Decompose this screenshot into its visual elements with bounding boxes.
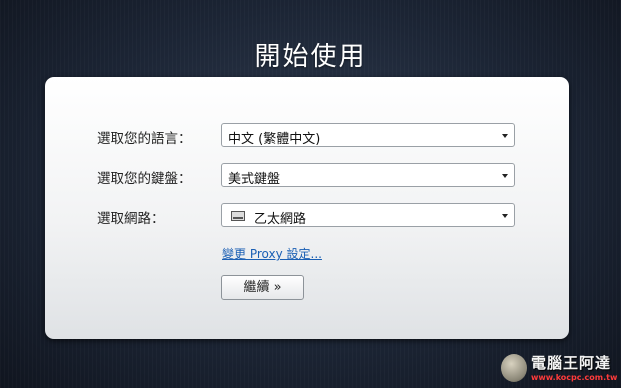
language-label: 選取您的語言：: [97, 131, 192, 147]
network-select-value: 乙太網路: [254, 212, 307, 227]
language-row: 選取您的語言： 中文 (繁體中文): [45, 123, 569, 149]
dropdown-arrow-icon: [502, 174, 508, 178]
continue-button[interactable]: 繼續 »: [221, 275, 304, 300]
setup-panel: 選取您的語言： 中文 (繁體中文) 選取您的鍵盤： 美式鍵盤 選取網路： 乙太網…: [45, 77, 569, 339]
keyboard-select[interactable]: 美式鍵盤: [221, 163, 515, 187]
language-select[interactable]: 中文 (繁體中文): [221, 123, 515, 147]
network-select[interactable]: 乙太網路: [221, 203, 515, 227]
watermark: 電腦王阿達 www.kocpc.com.tw: [501, 352, 617, 386]
dropdown-arrow-icon: [502, 134, 508, 138]
mascot-logo-icon: [501, 354, 527, 382]
keyboard-select-value: 美式鍵盤: [228, 172, 281, 187]
keyboard-row: 選取您的鍵盤： 美式鍵盤: [45, 163, 569, 189]
language-select-value: 中文 (繁體中文): [228, 132, 321, 147]
watermark-title: 電腦王阿達: [531, 354, 612, 372]
keyboard-label: 選取您的鍵盤：: [97, 171, 192, 187]
change-proxy-link[interactable]: 變更 Proxy 設定...: [222, 245, 322, 262]
network-label: 選取網路：: [97, 211, 165, 227]
page-title: 開始使用: [254, 42, 367, 72]
watermark-url: www.kocpc.com.tw: [531, 373, 618, 382]
ethernet-icon: [231, 211, 245, 221]
network-row: 選取網路： 乙太網路: [45, 203, 569, 229]
dropdown-arrow-icon: [502, 214, 508, 218]
